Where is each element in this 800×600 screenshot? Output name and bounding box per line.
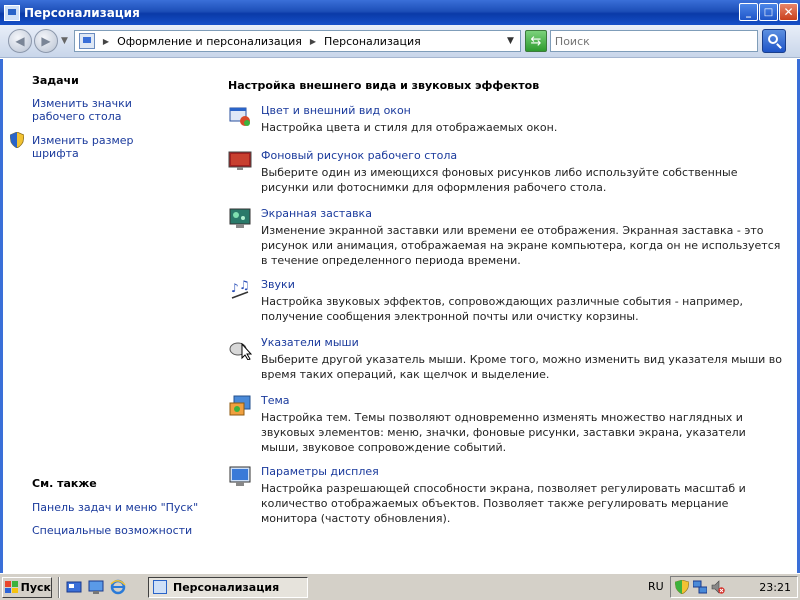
taskbar-window-button[interactable]: Персонализация xyxy=(148,576,308,598)
address-dropdown-icon[interactable]: ▼ xyxy=(507,36,514,46)
mouse-pointer-icon xyxy=(229,342,252,360)
item-title[interactable]: Тема xyxy=(261,394,290,407)
search-icon xyxy=(767,34,778,44)
control-panel-icon xyxy=(78,33,95,49)
maximize-button[interactable]: □ xyxy=(759,3,778,21)
system-tray: 23:21 xyxy=(670,576,798,598)
window-color-icon xyxy=(229,107,250,126)
taskbar-separator xyxy=(58,576,60,598)
minimize-button[interactable]: _ xyxy=(739,3,758,21)
sidebar: Задачи Изменить значки рабочего стола Из… xyxy=(3,59,221,573)
title-bar[interactable]: Персонализация _ □ ✕ xyxy=(0,0,800,25)
security-shield-icon[interactable] xyxy=(675,580,689,594)
tasks-heading: Задачи xyxy=(32,74,79,87)
start-button[interactable]: Пуск xyxy=(2,576,52,598)
control-panel-icon xyxy=(153,580,167,594)
item-description: Настройка цвета и стиля для отображаемых… xyxy=(261,121,558,134)
wallpaper-icon xyxy=(228,151,252,170)
taskbar: Пуск Персонализация RU 23:21 xyxy=(0,573,800,600)
svg-text:♫: ♫ xyxy=(239,278,250,292)
item-title[interactable]: Фоновый рисунок рабочего стола xyxy=(261,149,457,162)
item-title[interactable]: Указатели мыши xyxy=(261,336,359,349)
breadcrumb-appearance[interactable]: Оформление и персонализация xyxy=(117,35,302,48)
accessibility-link[interactable]: Специальные возможности xyxy=(32,524,212,537)
page-title: Настройка внешнего вида и звуковых эффек… xyxy=(228,79,540,92)
see-also-heading: См. также xyxy=(32,477,97,490)
back-button[interactable]: ◀ xyxy=(8,29,32,53)
taskbar-start-menu-link[interactable]: Панель задач и меню "Пуск" xyxy=(32,501,212,514)
item-title[interactable]: Экранная заставка xyxy=(261,207,372,220)
item-description: Настройка звуковых эффектов, сопровождаю… xyxy=(261,295,743,323)
main-panel: Настройка внешнего вида и звуковых эффек… xyxy=(228,59,793,573)
show-desktop-icon[interactable] xyxy=(66,579,82,595)
theme-icon xyxy=(229,395,251,416)
address-bar[interactable]: ▶ Оформление и персонализация ▶ Персонал… xyxy=(73,30,521,52)
change-font-size-link[interactable]: Изменить размер шрифта xyxy=(32,134,182,160)
breadcrumb-separator-icon[interactable]: ▶ xyxy=(310,37,316,46)
sounds-icon: ♪ ♫ xyxy=(231,278,250,299)
network-icon[interactable] xyxy=(693,580,707,594)
refresh-button[interactable]: ⇆ xyxy=(524,30,547,52)
task-label: Персонализация xyxy=(173,580,280,594)
breadcrumb-separator-icon[interactable]: ▶ xyxy=(103,37,109,46)
explorer-icon[interactable] xyxy=(88,579,104,595)
item-description: Изменение экранной заставки или времени … xyxy=(261,224,781,267)
navigation-bar: ◀ ▶ ▼ ▶ Оформление и персонализация ▶ Пе… xyxy=(0,25,800,58)
internet-explorer-icon[interactable] xyxy=(110,579,126,595)
svg-text:♪: ♪ xyxy=(231,281,239,295)
change-desktop-icons-link[interactable]: Изменить значки рабочего стола xyxy=(32,97,182,123)
screensaver-icon xyxy=(229,208,251,228)
item-title[interactable]: Звуки xyxy=(261,278,295,291)
shield-icon xyxy=(10,132,24,148)
breadcrumb-personalization[interactable]: Персонализация xyxy=(324,35,421,48)
windows-logo-icon xyxy=(5,581,18,593)
clock[interactable]: 23:21 xyxy=(759,581,791,594)
search-button[interactable] xyxy=(761,29,786,53)
item-title[interactable]: Цвет и внешний вид окон xyxy=(261,104,411,117)
display-icon xyxy=(229,466,251,486)
item-description: Настройка тем. Темы позволяют одновремен… xyxy=(261,411,746,454)
volume-muted-icon[interactable] xyxy=(711,580,725,594)
item-description: Выберите один из имеющихся фоновых рисун… xyxy=(261,166,738,194)
control-panel-icon xyxy=(4,4,20,21)
window-title: Персонализация xyxy=(24,5,140,20)
start-label: Пуск xyxy=(20,580,51,594)
recent-pages-dropdown[interactable]: ▼ xyxy=(61,36,68,46)
item-description: Выберите другой указатель мыши. Кроме то… xyxy=(261,353,783,381)
search-input[interactable] xyxy=(549,30,758,52)
language-indicator[interactable]: RU xyxy=(648,580,664,593)
close-button[interactable]: ✕ xyxy=(779,3,798,21)
item-title[interactable]: Параметры дисплея xyxy=(261,465,379,478)
forward-button[interactable]: ▶ xyxy=(34,29,58,53)
item-description: Настройка разрешающей способности экрана… xyxy=(261,482,746,525)
content-area: Задачи Изменить значки рабочего стола Из… xyxy=(0,59,800,573)
